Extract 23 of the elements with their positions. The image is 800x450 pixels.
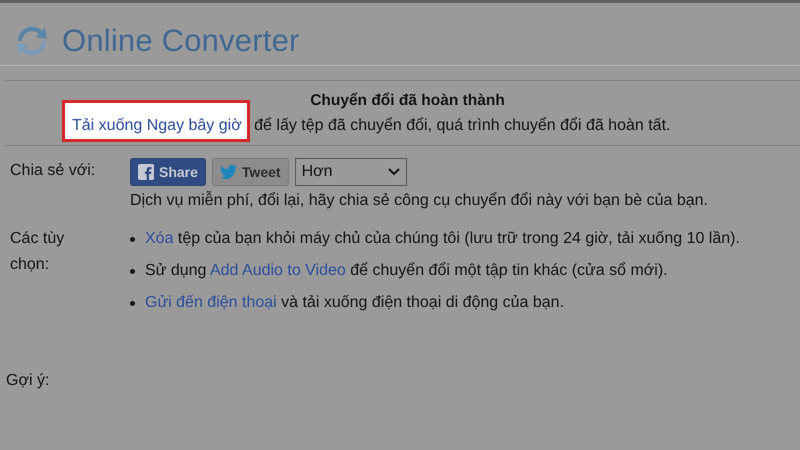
- completion-message: để lấy tệp đã chuyển đổi, quá trình chuyển đổi đã hoàn tất.: [253, 117, 670, 136]
- more-dropdown[interactable]: Hơn: [294, 158, 407, 186]
- hint-label: Gợi ý:: [6, 372, 50, 389]
- tweet-button[interactable]: Tweet: [212, 158, 289, 186]
- facebook-icon: [138, 164, 154, 180]
- completion-heading: Chuyển đổi đã hoàn thành: [309, 92, 506, 110]
- bird-icon: [220, 165, 237, 179]
- share-note: Dịch vụ miễn phí, đổi lại, hãy chia sẻ công cụ chuyển đổi này với bạn bè của bạn.: [130, 192, 709, 210]
- site-title: Online Converter: [62, 23, 300, 59]
- option-text: Gửi đến điện thoại và tải xuống điện thoại di động của bạn.: [145, 293, 564, 313]
- bullet-icon: [130, 269, 135, 274]
- chevron-down-icon: [388, 168, 400, 176]
- download-link[interactable]: Tải xuống Ngay bây giờ: [72, 117, 242, 134]
- bullet-icon: [130, 237, 135, 242]
- bullet-icon: [130, 301, 135, 306]
- option-link[interactable]: Add Audio to Video: [210, 262, 346, 279]
- option-link[interactable]: Gửi đến điện thoại: [145, 294, 277, 311]
- option-text: Sử dụng Add Audio to Video để chuyển đổi một tập tin khác (cửa sổ mới).: [145, 261, 668, 281]
- share-label: Chia sẻ với:: [10, 161, 96, 181]
- option-text: Xóa tệp của bạn khỏi máy chủ của chúng tôi (lưu trữ trong 24 giờ, tải xuống 10 lần).: [145, 229, 740, 249]
- facebook-share-button[interactable]: Share: [130, 158, 206, 186]
- option-link[interactable]: Xóa: [145, 230, 174, 247]
- options-label: Các tùy chọn:: [10, 229, 66, 275]
